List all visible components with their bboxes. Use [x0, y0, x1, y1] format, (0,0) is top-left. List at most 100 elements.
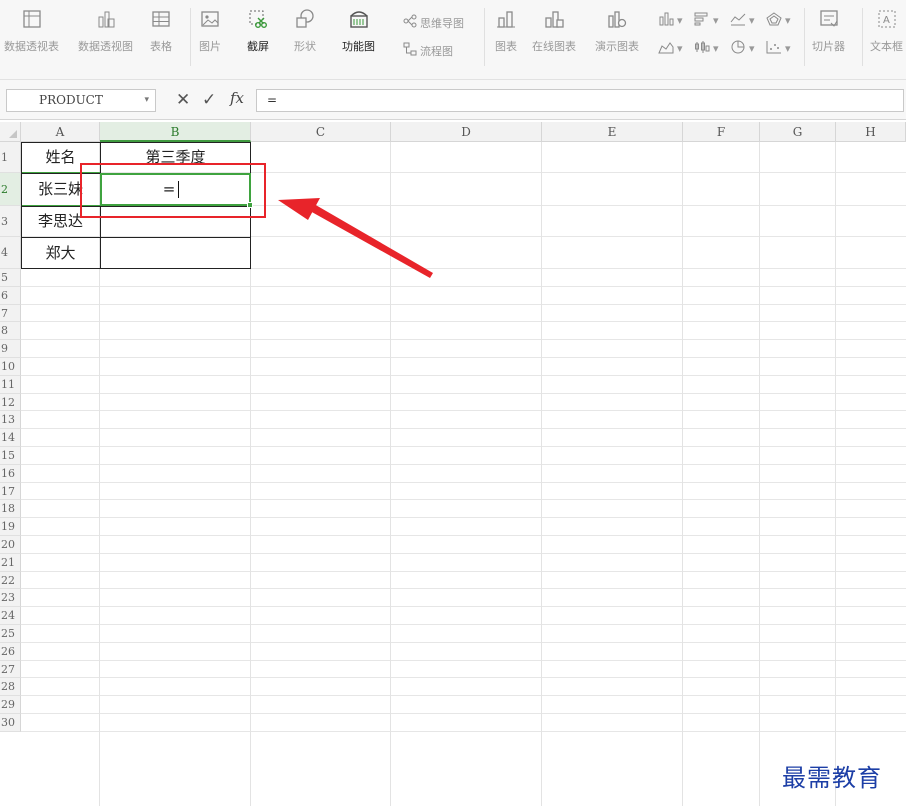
row-header[interactable]: 25 — [0, 625, 21, 643]
row-header[interactable]: 7 — [0, 304, 21, 323]
online-chart-icon — [543, 8, 565, 30]
row-header[interactable]: 15 — [0, 447, 21, 465]
column-header-g[interactable]: G — [760, 122, 836, 142]
stock-chart-dropdown[interactable]: ▾ — [694, 40, 719, 57]
scatter-chart-icon — [766, 40, 782, 57]
chevron-down-icon: ▾ — [677, 14, 683, 27]
row-header[interactable]: 1 — [0, 142, 21, 173]
row-header[interactable]: 13 — [0, 411, 21, 430]
demo-chart-button[interactable]: 演示图表 — [595, 8, 639, 54]
row-header[interactable]: 12 — [0, 393, 21, 412]
column-header-b[interactable]: B — [100, 122, 251, 142]
row-header[interactable]: 26 — [0, 642, 21, 661]
row-header[interactable]: 30 — [0, 714, 21, 732]
screenshot-button[interactable]: 截屏 — [247, 8, 269, 54]
scatter-chart-dropdown[interactable]: ▾ — [766, 40, 791, 57]
function-chart-button[interactable]: 功能图 — [342, 8, 375, 54]
grid-line-horizontal — [21, 517, 906, 519]
row-header[interactable]: 10 — [0, 358, 21, 376]
pivot-chart-button[interactable]: 数据透视图 — [78, 8, 133, 54]
row-header[interactable]: 28 — [0, 678, 21, 697]
row-header[interactable]: 11 — [0, 375, 21, 394]
table-button[interactable]: 表格 — [150, 8, 172, 54]
row-header[interactable]: 24 — [0, 607, 21, 625]
row-header[interactable]: 29 — [0, 696, 21, 714]
column-header-h[interactable]: H — [836, 122, 906, 142]
name-box[interactable]: PRODUCT ▾ — [6, 89, 156, 112]
grid-line-horizontal — [21, 624, 906, 625]
row-header[interactable]: 3 — [0, 206, 21, 237]
scissors-icon — [247, 8, 269, 30]
column-header-a[interactable]: A — [21, 122, 100, 142]
radar-chart-icon — [766, 12, 782, 29]
row-header[interactable]: 19 — [0, 518, 21, 536]
insert-function-button[interactable]: fx — [230, 89, 244, 107]
pivot-table-icon — [21, 8, 43, 30]
ribbon-separator — [862, 8, 863, 66]
ribbon-separator — [804, 8, 805, 66]
row-header[interactable]: 6 — [0, 286, 21, 305]
row-header[interactable]: 17 — [0, 482, 21, 501]
grid-line-horizontal — [21, 659, 906, 661]
cancel-formula-button[interactable]: ✕ — [176, 90, 190, 110]
row-header[interactable]: 22 — [0, 571, 21, 590]
picture-button[interactable]: 图片 — [199, 8, 221, 54]
row-header[interactable]: 4 — [0, 237, 21, 269]
pie-chart-dropdown[interactable]: ▾ — [730, 40, 755, 57]
shapes-button[interactable]: 形状 — [294, 8, 316, 54]
svg-text:A: A — [883, 15, 890, 26]
slicer-button[interactable]: 切片器 — [812, 8, 845, 54]
radar-chart-dropdown[interactable]: ▾ — [766, 12, 791, 29]
select-all-corner[interactable] — [0, 122, 21, 142]
chevron-down-icon: ▾ — [713, 14, 719, 27]
mindmap-button[interactable]: 思维导图 — [403, 14, 464, 31]
chart-button[interactable]: 图表 — [495, 8, 517, 54]
slicer-icon — [818, 8, 840, 30]
row-header[interactable]: 8 — [0, 322, 21, 341]
row-header[interactable]: 9 — [0, 340, 21, 358]
cell-a4[interactable]: 郑大 — [21, 237, 100, 269]
confirm-formula-button[interactable]: ✓ — [202, 90, 216, 110]
column-header-c[interactable]: C — [251, 122, 391, 142]
area-chart-dropdown[interactable]: ▾ — [658, 40, 683, 57]
column-header-e[interactable]: E — [542, 122, 683, 142]
line-chart-dropdown[interactable]: ▾ — [730, 12, 755, 29]
row-header[interactable]: 2 — [0, 173, 21, 206]
grid-line-horizontal — [21, 410, 906, 412]
row-header[interactable]: 5 — [0, 269, 21, 287]
textbox-button[interactable]: A 文本框 — [870, 8, 903, 54]
chevron-down-icon: ▾ — [749, 42, 755, 55]
pivot-table-button[interactable]: 数据透视表 — [4, 8, 59, 54]
column-header-f[interactable]: F — [683, 122, 760, 142]
formula-input[interactable]: = — [256, 89, 904, 112]
red-highlight-box — [80, 163, 266, 218]
flowchart-button[interactable]: 流程图 — [403, 42, 453, 59]
grid-line-vertical — [835, 142, 836, 806]
row-header[interactable]: 21 — [0, 553, 21, 572]
online-chart-button[interactable]: 在线图表 — [532, 8, 576, 54]
flowchart-icon — [403, 42, 417, 59]
grid-line-horizontal — [21, 392, 906, 394]
column-header-d[interactable]: D — [391, 122, 542, 142]
chevron-down-icon: ▾ — [785, 14, 791, 27]
grid-line-horizontal — [21, 606, 906, 608]
name-box-value: PRODUCT — [39, 93, 103, 107]
formula-bar: PRODUCT ▾ ✕ ✓ fx = — [0, 80, 906, 120]
grid-line-horizontal — [21, 713, 906, 714]
row-header[interactable]: 27 — [0, 660, 21, 679]
bar-chart-icon — [495, 8, 517, 30]
chevron-down-icon[interactable]: ▾ — [144, 90, 149, 111]
grid-line-horizontal — [21, 588, 906, 590]
row-header[interactable]: 20 — [0, 536, 21, 554]
cell-b4[interactable] — [100, 237, 251, 269]
bar-chart-dropdown[interactable]: ▾ — [694, 12, 719, 29]
row-header[interactable]: 16 — [0, 464, 21, 483]
row-header[interactable]: 23 — [0, 589, 21, 608]
grid-line-horizontal — [21, 570, 906, 572]
grid-line-horizontal — [21, 641, 906, 643]
column-chart-dropdown[interactable]: ▾ — [658, 12, 683, 29]
pivot-chart-icon — [95, 8, 117, 30]
row-header[interactable]: 18 — [0, 500, 21, 519]
grid-line-horizontal — [21, 695, 906, 697]
row-header[interactable]: 14 — [0, 429, 21, 447]
